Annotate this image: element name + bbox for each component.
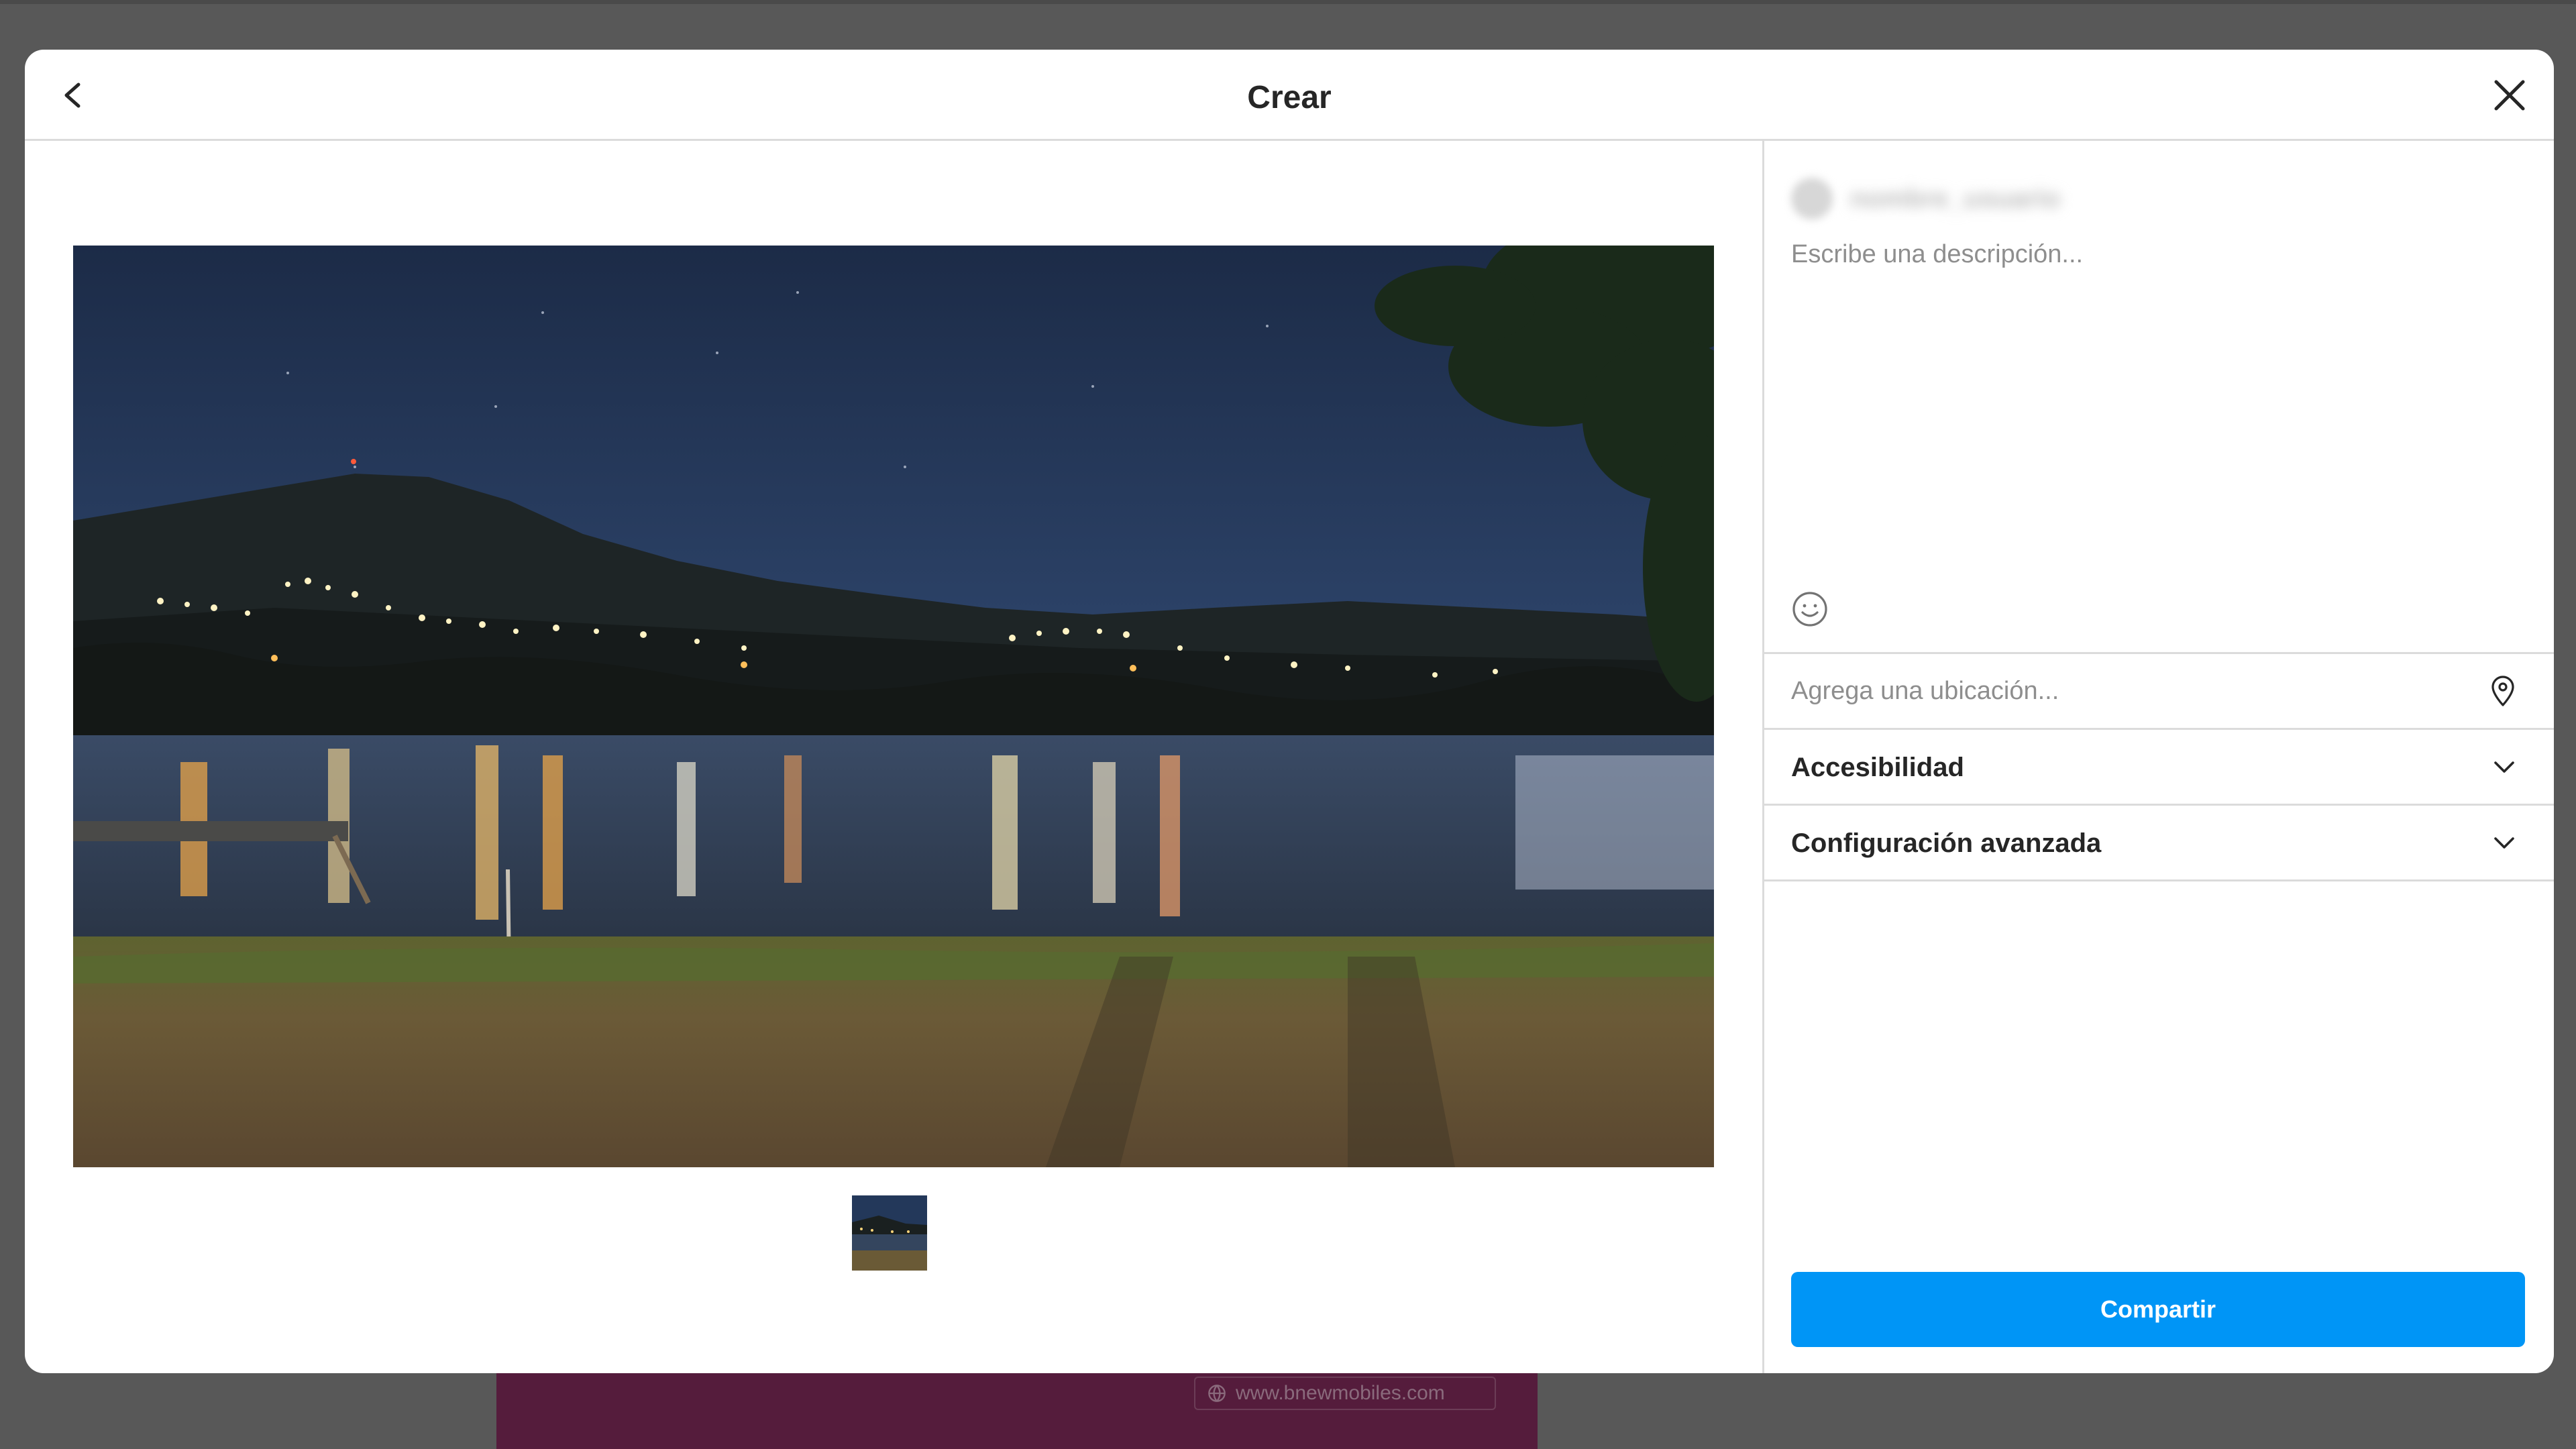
modal-header: Crear: [25, 50, 2554, 141]
accessibility-section-toggle[interactable]: Accesibilidad: [1764, 728, 2554, 804]
location-input[interactable]: [1791, 654, 2462, 728]
caption-input[interactable]: [1791, 240, 2522, 589]
media-thumbnail[interactable]: [852, 1195, 927, 1271]
modal-title: Crear: [1247, 80, 1332, 115]
background-url-badge: www.bnewmobiles.com: [1194, 1377, 1496, 1410]
back-button[interactable]: [52, 74, 95, 117]
section-divider: [1764, 879, 2554, 881]
advanced-settings-section-toggle[interactable]: Configuración avanzada: [1764, 804, 2554, 879]
background-banner: www.bnewmobiles.com: [496, 1373, 1538, 1449]
chevron-left-icon: [64, 83, 80, 108]
globe-icon: [1208, 1385, 1226, 1402]
emoji-icon: [1792, 592, 1827, 627]
create-post-modal: Crear nombre_usuario Escribe una descrip…: [25, 50, 2554, 1373]
background-url-text: www.bnewmobiles.com: [1236, 1382, 1445, 1404]
advanced-settings-label: Configuración avanzada: [1791, 828, 2102, 858]
location-pin-icon[interactable]: [2486, 674, 2520, 708]
location-row: [1764, 652, 2554, 728]
close-icon: [2494, 80, 2525, 111]
user-row: nombre_usuario: [1791, 172, 2060, 225]
username: nombre_usuario: [1850, 183, 2061, 213]
chevron-down-icon: [2494, 837, 2514, 849]
accessibility-label: Accesibilidad: [1791, 753, 1964, 782]
media-preview-area: [25, 141, 1762, 1373]
close-button[interactable]: [2488, 74, 2531, 117]
post-details-sidebar: nombre_usuario Accesibilidad: [1764, 141, 2554, 1373]
background-top-bar: [0, 0, 2576, 4]
chevron-down-icon: [2494, 761, 2514, 773]
emoji-button[interactable]: [1791, 590, 1829, 628]
photo-preview: [73, 246, 1714, 1167]
share-button[interactable]: Compartir: [1791, 1272, 2525, 1347]
avatar: [1791, 178, 1833, 219]
